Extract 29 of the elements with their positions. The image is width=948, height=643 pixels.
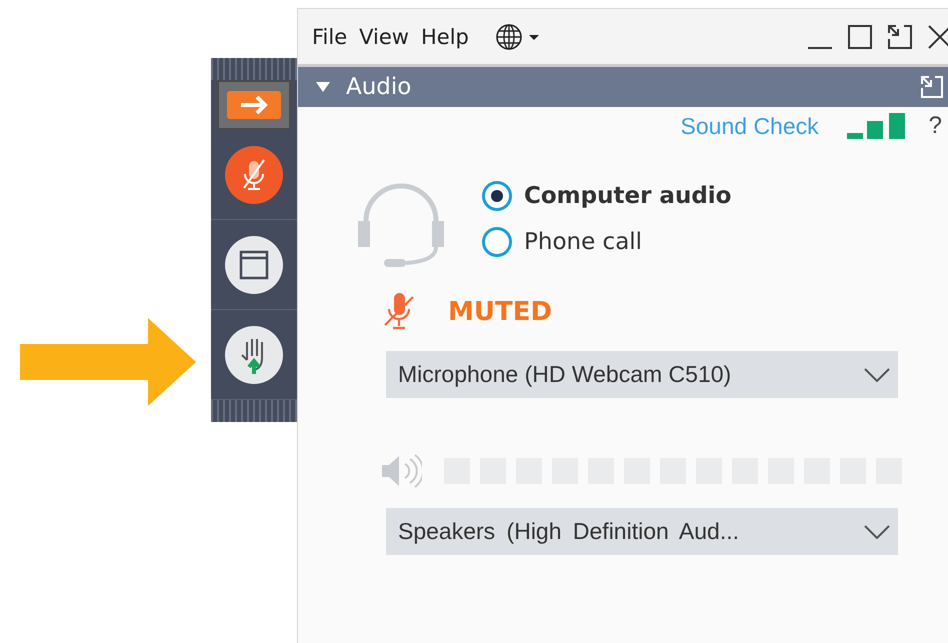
chevron-icon: [864, 368, 890, 382]
panel-title: Audio: [346, 74, 412, 100]
arrow-icon: [20, 318, 196, 406]
audio-option[interactable]: Phone call: [482, 227, 732, 257]
maximize-icon[interactable]: [846, 22, 874, 50]
grip-handle[interactable]: [211, 58, 297, 80]
close-icon[interactable]: [926, 22, 948, 50]
muted-microphone-icon: [225, 146, 283, 204]
grip-handle[interactable]: [211, 400, 297, 422]
expand-icon[interactable]: [316, 82, 330, 92]
menu-item[interactable]: File: [312, 24, 348, 48]
restore-icon[interactable]: [886, 22, 914, 50]
menu-item[interactable]: View: [359, 24, 409, 48]
hand-icon: [225, 326, 283, 384]
window-icon: [225, 236, 283, 294]
audio-option[interactable]: Computer audio: [482, 181, 732, 211]
speaker-icon: [382, 454, 422, 488]
microphone-dropdown[interactable]: Microphone (HD Webcam C510): [386, 351, 898, 398]
speaker-dropdown[interactable]: Speakers (High Definition Aud...: [386, 508, 898, 555]
menu-item[interactable]: Help: [420, 24, 469, 48]
mute-status: MUTED: [448, 297, 552, 327]
headset-icon: [356, 181, 446, 267]
help-button[interactable]: ?: [928, 112, 942, 140]
signal-icon: [846, 113, 905, 139]
muted-microphone-icon[interactable]: [384, 293, 414, 331]
pop-out-icon[interactable]: [919, 74, 945, 100]
collapse-button[interactable]: [217, 80, 291, 130]
chevron-icon: [864, 524, 890, 538]
panel-header[interactable]: Audio: [298, 67, 948, 107]
